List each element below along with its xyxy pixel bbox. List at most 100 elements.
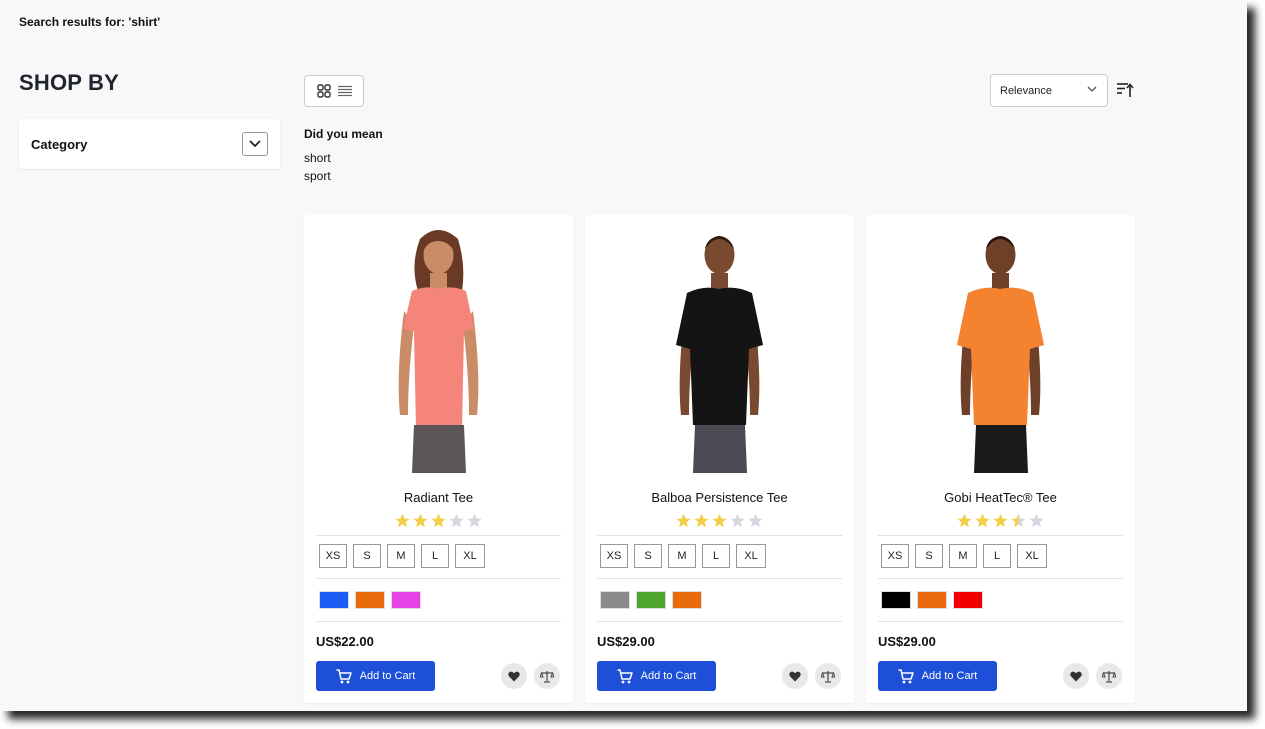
scale-compare-icon: [821, 670, 835, 683]
color-swatch[interactable]: [319, 591, 349, 609]
product-image[interactable]: [378, 225, 499, 473]
rating-star: [413, 513, 428, 528]
rating-star: [975, 513, 990, 528]
size-option[interactable]: M: [949, 544, 977, 568]
product-price: US$22.00: [316, 634, 374, 649]
size-option[interactable]: XS: [319, 544, 347, 568]
heart-icon: [789, 671, 801, 681]
card-divider: [878, 535, 1123, 536]
size-option[interactable]: XL: [736, 544, 766, 568]
heart-icon: [508, 671, 520, 681]
product-price: US$29.00: [878, 634, 936, 649]
did-you-mean-title: Did you mean: [304, 127, 383, 141]
size-option[interactable]: XL: [1017, 544, 1047, 568]
size-options: XS S M L XL: [881, 544, 1047, 568]
product-rating: [585, 513, 854, 529]
chevron-down-icon: [1087, 86, 1097, 92]
card-divider: [316, 578, 561, 579]
product-price: US$29.00: [597, 634, 655, 649]
color-swatch[interactable]: [391, 591, 421, 609]
add-to-compare-button[interactable]: [534, 663, 560, 689]
color-swatch[interactable]: [600, 591, 630, 609]
color-swatch[interactable]: [636, 591, 666, 609]
size-option[interactable]: XL: [455, 544, 485, 568]
product-card: Balboa Persistence Tee XS S M L XL US$29.00 Add…: [585, 215, 854, 703]
add-to-compare-button[interactable]: [815, 663, 841, 689]
product-card: Gobi HeatTec® Tee XS S M L XL US$29.00 Add to C…: [866, 215, 1135, 703]
rating-star: [748, 513, 763, 528]
card-divider: [878, 621, 1123, 622]
color-swatch[interactable]: [672, 591, 702, 609]
rating-star: [730, 513, 745, 528]
category-filter-label: Category: [31, 137, 88, 152]
cart-icon: [617, 668, 633, 683]
product-name-link[interactable]: Gobi HeatTec® Tee: [866, 490, 1135, 505]
card-divider: [878, 578, 1123, 579]
add-to-cart-button[interactable]: Add to Cart: [878, 661, 997, 691]
pants-shape: [412, 425, 466, 473]
add-to-wishlist-button[interactable]: [1063, 663, 1089, 689]
size-option[interactable]: S: [915, 544, 943, 568]
add-to-compare-button[interactable]: [1096, 663, 1122, 689]
size-option[interactable]: XS: [881, 544, 909, 568]
size-option[interactable]: M: [668, 544, 696, 568]
sort-by-select[interactable]: Relevance: [990, 74, 1108, 107]
category-expand-button[interactable]: [242, 132, 268, 156]
scale-compare-icon: [540, 670, 554, 683]
size-option[interactable]: M: [387, 544, 415, 568]
view-mode-toggle: [304, 75, 364, 107]
size-option[interactable]: S: [634, 544, 662, 568]
sort-ascending-icon[interactable]: [1117, 82, 1134, 97]
size-option[interactable]: L: [983, 544, 1011, 568]
size-option[interactable]: L: [421, 544, 449, 568]
search-results-heading: Search results for: 'shirt': [19, 15, 161, 29]
color-options: [319, 591, 421, 609]
scale-compare-icon: [1102, 670, 1116, 683]
add-to-cart-label: Add to Cart: [359, 670, 416, 682]
grid-view-icon[interactable]: [316, 84, 331, 98]
add-to-wishlist-button[interactable]: [782, 663, 808, 689]
color-swatch[interactable]: [355, 591, 385, 609]
product-rating: [866, 513, 1135, 529]
color-options: [881, 591, 983, 609]
product-name-link[interactable]: Balboa Persistence Tee: [585, 490, 854, 505]
rating-star: [957, 513, 972, 528]
category-filter[interactable]: Category: [19, 119, 280, 169]
rating-star: [467, 513, 482, 528]
size-option[interactable]: XS: [600, 544, 628, 568]
product-name-link[interactable]: Radiant Tee: [304, 490, 573, 505]
suggestion-link[interactable]: short: [304, 151, 331, 165]
add-to-cart-label: Add to Cart: [921, 670, 978, 682]
size-option[interactable]: S: [353, 544, 381, 568]
shirt-shape: [403, 287, 474, 430]
rating-star: [712, 513, 727, 528]
shop-by-title: SHOP BY: [19, 70, 120, 95]
card-divider: [597, 578, 842, 579]
list-view-icon[interactable]: [337, 85, 352, 97]
size-option[interactable]: L: [702, 544, 730, 568]
add-to-cart-button[interactable]: Add to Cart: [316, 661, 435, 691]
rating-star: [449, 513, 464, 528]
color-swatch[interactable]: [953, 591, 983, 609]
product-image[interactable]: [659, 225, 780, 473]
product-image[interactable]: [940, 225, 1061, 473]
rating-star: [395, 513, 410, 528]
sort-by-value: Relevance: [1000, 85, 1052, 97]
add-to-wishlist-button[interactable]: [501, 663, 527, 689]
rating-star: [694, 513, 709, 528]
rating-star: [993, 513, 1008, 528]
card-divider: [316, 535, 561, 536]
rating-star: [1029, 513, 1044, 528]
rating-star: [1011, 513, 1026, 528]
pants-shape: [974, 425, 1028, 473]
suggestion-link[interactable]: sport: [304, 169, 331, 183]
rating-star: [676, 513, 691, 528]
card-divider: [316, 621, 561, 622]
color-swatch[interactable]: [881, 591, 911, 609]
add-to-cart-button[interactable]: Add to Cart: [597, 661, 716, 691]
color-swatch[interactable]: [917, 591, 947, 609]
card-divider: [597, 535, 842, 536]
add-to-cart-label: Add to Cart: [640, 670, 697, 682]
size-options: XS S M L XL: [319, 544, 485, 568]
cart-icon: [336, 668, 352, 683]
